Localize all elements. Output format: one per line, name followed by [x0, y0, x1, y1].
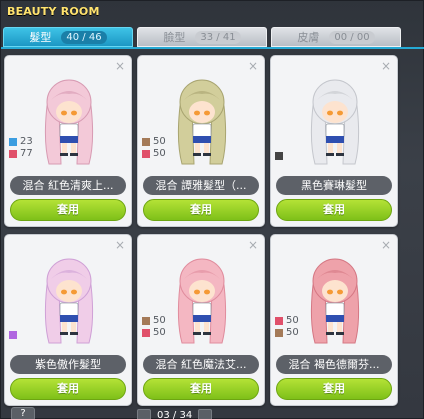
color-swatch [9, 150, 17, 158]
close-icon[interactable]: × [115, 59, 125, 73]
mix-ratio [9, 329, 20, 341]
character-preview [44, 79, 94, 165]
mix-ratio-value: 50 [286, 315, 299, 326]
hairstyle-card[interactable]: × 紫色傲作髮型 套用 [4, 234, 132, 406]
pager: 03 / 34 [137, 409, 213, 419]
prev-page-button[interactable] [137, 409, 151, 419]
mix-ratio-value: 50 [286, 327, 299, 338]
color-swatch [275, 317, 283, 325]
tab-face-count: 33 / 41 [195, 30, 241, 44]
tab-hair-label: 髮型 [29, 31, 52, 44]
mix-ratio [275, 150, 286, 162]
hairstyle-name: 混合 褐色德爾芬... [276, 355, 392, 374]
hairstyle-name: 混合 紅色魔法艾... [143, 355, 259, 374]
apply-button[interactable]: 套用 [143, 378, 259, 400]
close-icon[interactable]: × [248, 238, 258, 252]
apply-button[interactable]: 套用 [10, 378, 126, 400]
hairstyle-card[interactable]: × 23 77 混合 紅色清爽上... 套用 [4, 55, 132, 227]
color-swatch [275, 152, 283, 160]
next-page-button[interactable] [198, 409, 213, 419]
mix-ratio-row: 50 [142, 327, 166, 339]
mix-ratio-value: 50 [153, 148, 166, 159]
hairstyle-name: 紫色傲作髮型 [10, 355, 126, 374]
mix-ratio: 50 50 [275, 315, 299, 339]
page-indicator: 03 / 34 [157, 409, 193, 419]
mix-ratio: 50 50 [142, 136, 166, 160]
close-icon[interactable]: × [381, 59, 391, 73]
tab-underline [1, 47, 424, 49]
hairstyle-name: 混合 譚雅髮型（... [143, 176, 259, 195]
hairstyle-name: 混合 紅色清爽上... [10, 176, 126, 195]
character-preview [177, 258, 227, 344]
apply-button[interactable]: 套用 [143, 199, 259, 221]
tab-face[interactable]: 臉型 33 / 41 [137, 27, 267, 47]
beauty-room-window: BEAUTY ROOM 髮型 40 / 46 臉型 33 / 41 皮膚 00 … [0, 0, 424, 419]
mix-ratio-row [275, 150, 286, 162]
mix-ratio-value: 77 [20, 148, 33, 159]
tab-bar: 髮型 40 / 46 臉型 33 / 41 皮膚 00 / 00 [1, 27, 424, 49]
mix-ratio-row: 50 [275, 315, 299, 327]
character-preview [310, 258, 360, 344]
tab-skin[interactable]: 皮膚 00 / 00 [271, 27, 401, 47]
help-button[interactable]: ? [11, 407, 35, 419]
tab-skin-label: 皮膚 [297, 31, 320, 44]
color-swatch [142, 317, 150, 325]
tab-hair[interactable]: 髮型 40 / 46 [3, 27, 133, 47]
close-icon[interactable]: × [115, 238, 125, 252]
mix-ratio-value: 50 [153, 136, 166, 147]
mix-ratio-value: 50 [153, 315, 166, 326]
window-title: BEAUTY ROOM [7, 5, 100, 18]
mix-ratio: 23 77 [9, 136, 33, 160]
apply-button[interactable]: 套用 [10, 199, 126, 221]
mix-ratio-value: 50 [153, 327, 166, 338]
color-swatch [9, 331, 17, 339]
hairstyle-card[interactable]: × 50 50 混合 褐色德爾芬... 套用 [270, 234, 398, 406]
tab-face-label: 臉型 [163, 31, 186, 44]
hairstyle-card[interactable]: × 50 50 混合 紅色魔法艾... 套用 [137, 234, 265, 406]
character-preview [44, 258, 94, 344]
mix-ratio-row: 50 [142, 315, 166, 327]
hairstyle-name: 黑色賽琳髮型 [276, 176, 392, 195]
mix-ratio-row: 50 [142, 136, 166, 148]
apply-button[interactable]: 套用 [276, 378, 392, 400]
tab-hair-count: 40 / 46 [61, 30, 107, 44]
color-swatch [9, 138, 17, 146]
mix-ratio-value: 23 [20, 136, 33, 147]
color-swatch [275, 329, 283, 337]
color-swatch [142, 150, 150, 158]
mix-ratio-row [9, 329, 20, 341]
mix-ratio-row: 50 [142, 148, 166, 160]
character-preview [310, 79, 360, 165]
hairstyle-card[interactable]: × 50 50 混合 譚雅髮型（... 套用 [137, 55, 265, 227]
close-icon[interactable]: × [381, 238, 391, 252]
character-preview [177, 79, 227, 165]
mix-ratio-row: 23 [9, 136, 33, 148]
mix-ratio: 50 50 [142, 315, 166, 339]
close-icon[interactable]: × [248, 59, 258, 73]
color-swatch [142, 138, 150, 146]
mix-ratio-row: 77 [9, 148, 33, 160]
color-swatch [142, 329, 150, 337]
apply-button[interactable]: 套用 [276, 199, 392, 221]
hairstyle-card[interactable]: × 黑色賽琳髮型 套用 [270, 55, 398, 227]
tab-skin-count: 00 / 00 [329, 30, 375, 44]
mix-ratio-row: 50 [275, 327, 299, 339]
footer-bar: ? 03 / 34 [1, 405, 424, 419]
